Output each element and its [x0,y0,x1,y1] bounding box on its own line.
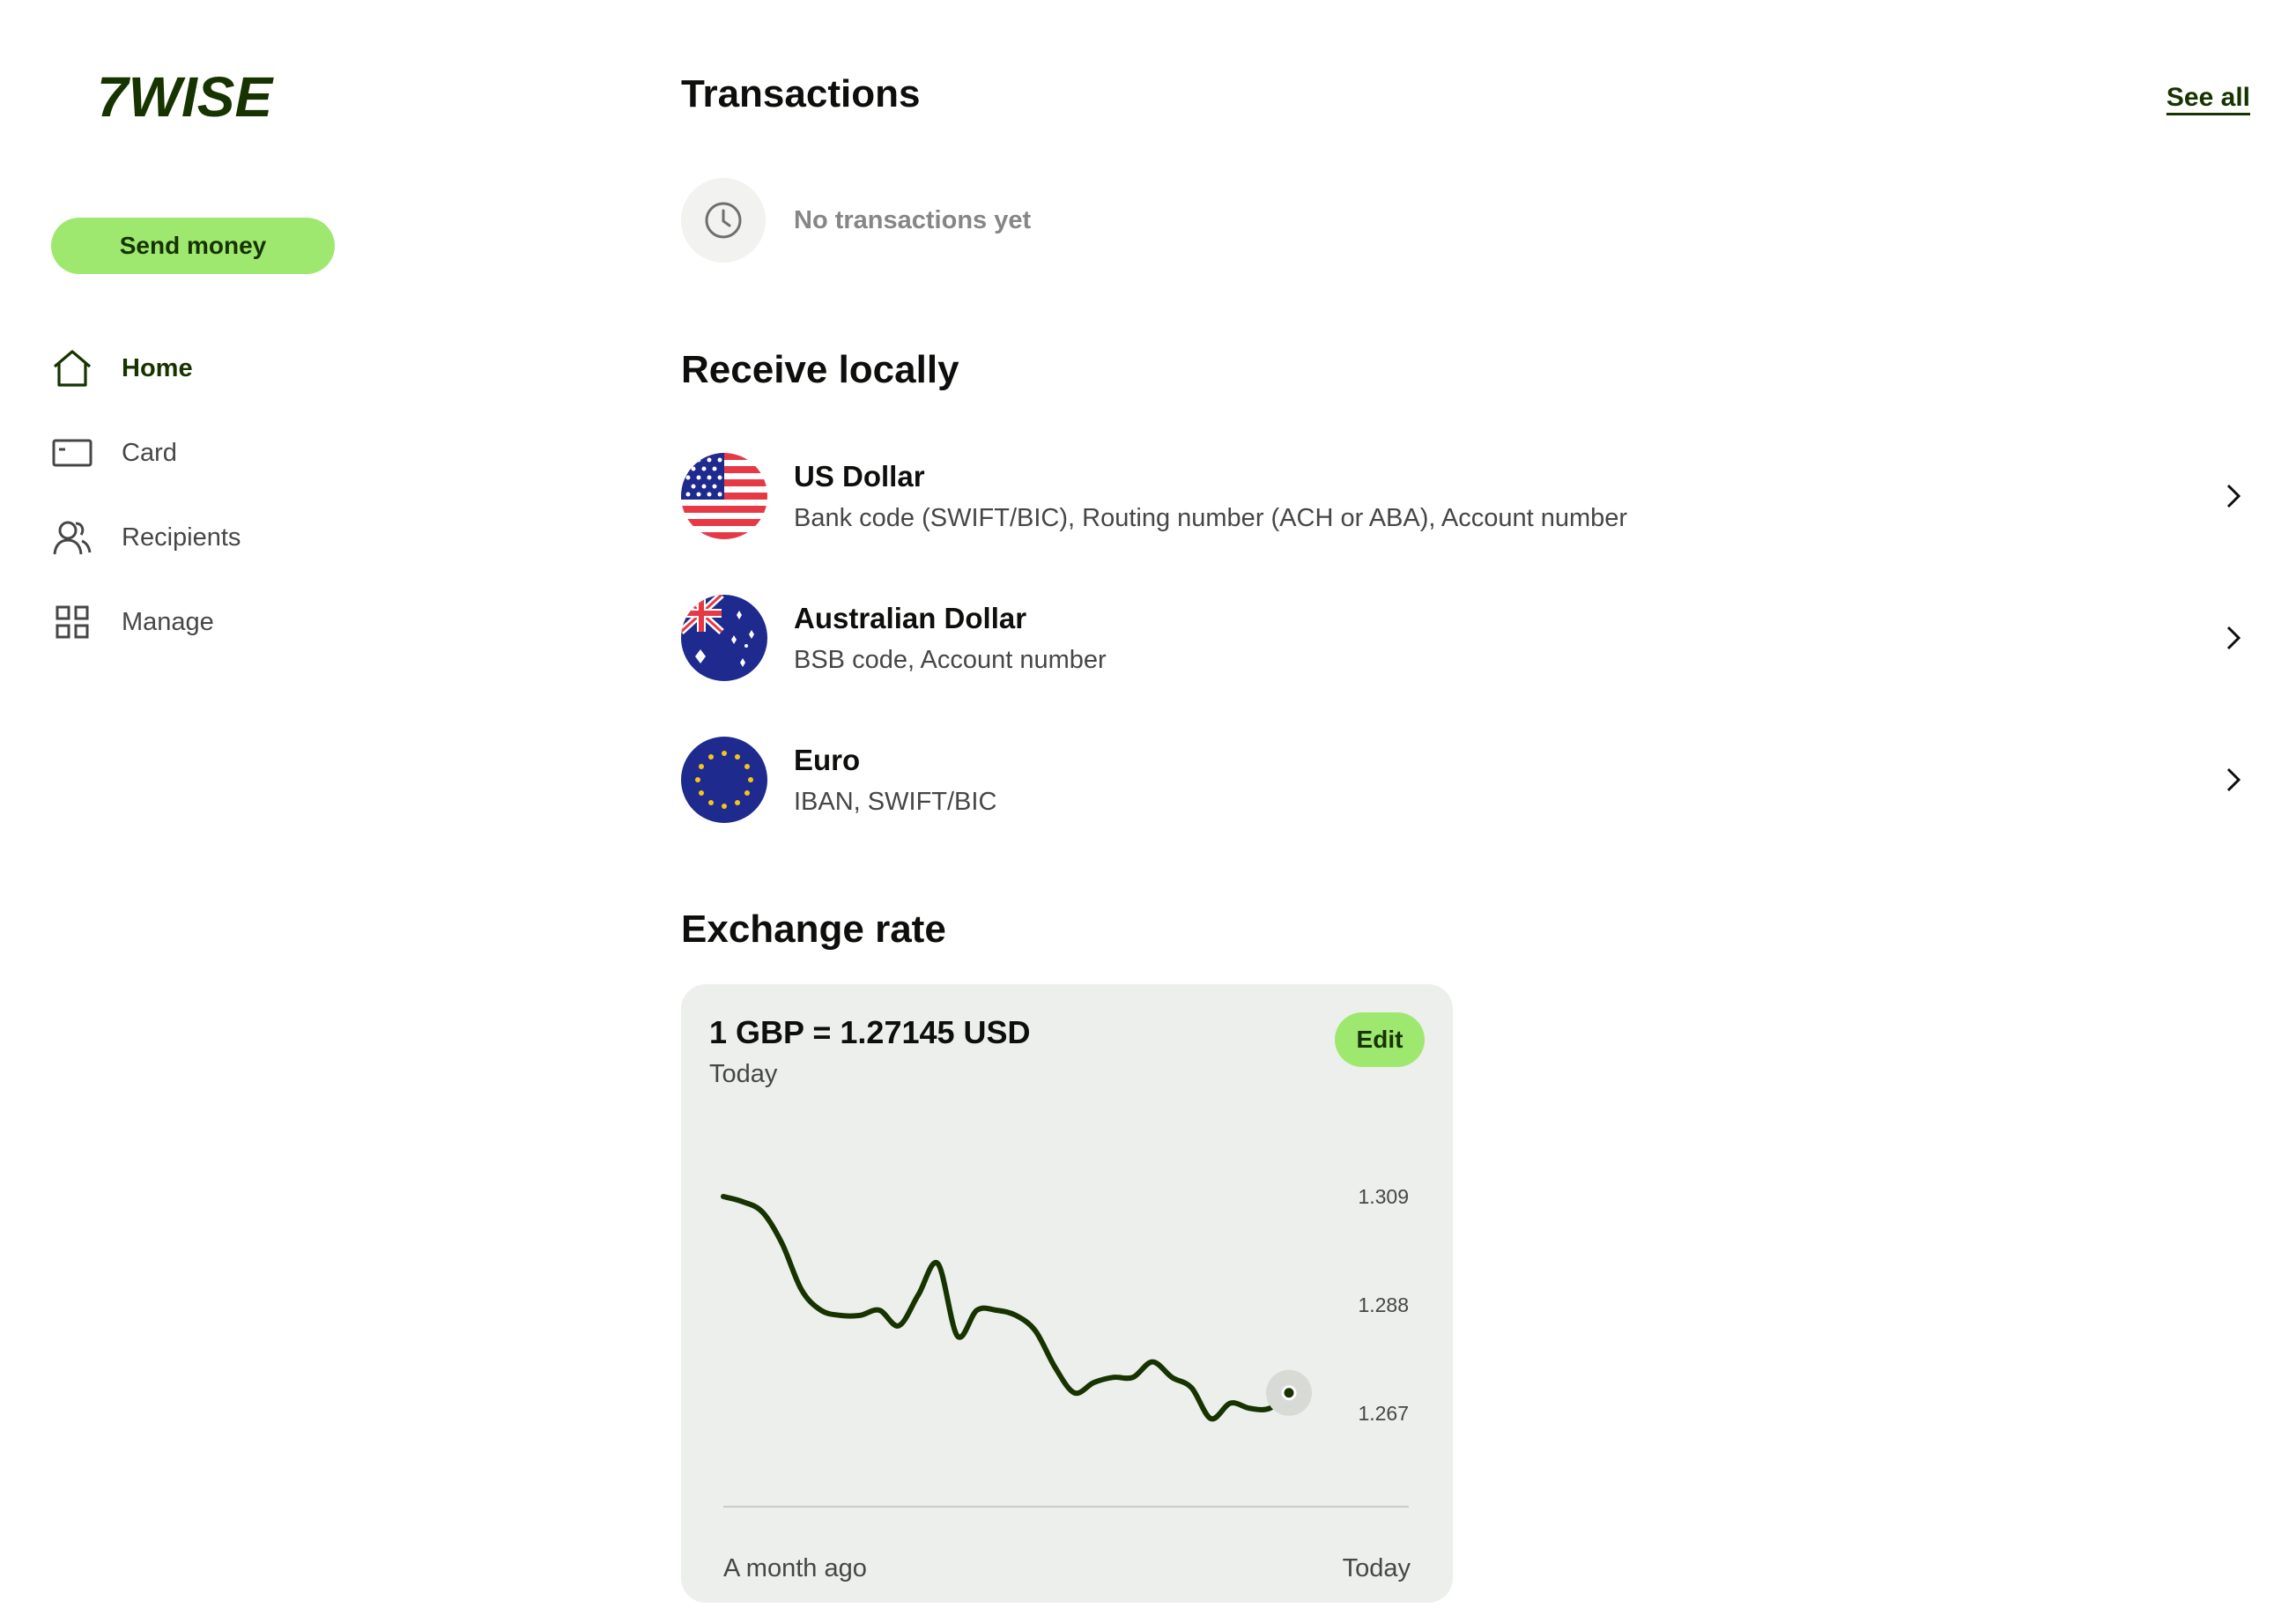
sidebar-item-label: Manage [122,607,214,636]
chevron-right-icon [2216,620,2251,656]
empty-transactions: No transactions yet [681,178,1031,263]
currency-details: Bank code (SWIFT/BIC), Routing number (A… [794,503,1628,532]
transactions-title: Transactions [681,72,921,115]
x-axis-start-label: A month ago [723,1554,867,1582]
currency-details: IBAN, SWIFT/BIC [794,787,997,816]
exchange-rate-card[interactable]: 1 GBP = 1.27145 USD Today Edit 1.309 1.2… [681,984,1453,1603]
wise-logo[interactable]: 7WISE [97,65,291,129]
recipients-icon [51,516,93,559]
sidebar-item-manage[interactable]: Manage [51,580,386,664]
rate-series-line [721,1194,1292,1422]
y-tick-label: 1.267 [1358,1402,1409,1425]
currency-row-aud[interactable]: Australian Dollar BSB code, Account numb… [681,585,2251,691]
send-money-button[interactable]: Send money [51,218,335,274]
sidebar-item-card[interactable]: Card [51,411,386,495]
home-icon [51,347,93,389]
sidebar-item-label: Home [122,353,193,382]
sidebar-item-home[interactable]: Home [51,326,386,411]
clock-icon [681,178,766,263]
current-point-marker [1281,1385,1297,1401]
currency-details: BSB code, Account number [794,645,1107,674]
au-flag-icon [681,595,767,681]
eu-flag-icon [681,737,767,823]
us-flag-icon [681,453,767,539]
card-icon [51,432,93,474]
sidebar-nav: Home Card Recipients Manage [51,326,386,664]
chevron-right-icon [2216,762,2251,797]
exchange-rate-chart: 1.309 1.288 1.267 [721,1185,1409,1508]
currency-name: Australian Dollar [794,601,1027,634]
x-axis-end-label: Today [1342,1554,1411,1582]
sidebar-item-label: Recipients [122,522,241,552]
currency-name: US Dollar [794,459,925,493]
empty-transactions-label: No transactions yet [794,205,1032,234]
receive-locally-title: Receive locally [681,348,959,391]
sidebar-item-recipients[interactable]: Recipients [51,495,386,580]
currency-name: Euro [794,743,861,776]
currency-row-usd[interactable]: US Dollar Bank code (SWIFT/BIC), Routing… [681,443,2251,549]
grid-icon [51,601,93,643]
currency-row-eur[interactable]: Euro IBAN, SWIFT/BIC [681,727,2251,833]
see-all-link[interactable]: See all [2166,83,2250,113]
exchange-rate-title: Exchange rate [681,908,946,951]
y-tick-label: 1.288 [1358,1293,1409,1316]
chevron-right-icon [2216,478,2251,514]
sidebar-item-label: Card [122,438,177,467]
svg-text:7WISE: 7WISE [97,70,274,123]
y-tick-label: 1.309 [1358,1185,1409,1208]
wise-logo-icon: 7WISE [97,65,274,129]
